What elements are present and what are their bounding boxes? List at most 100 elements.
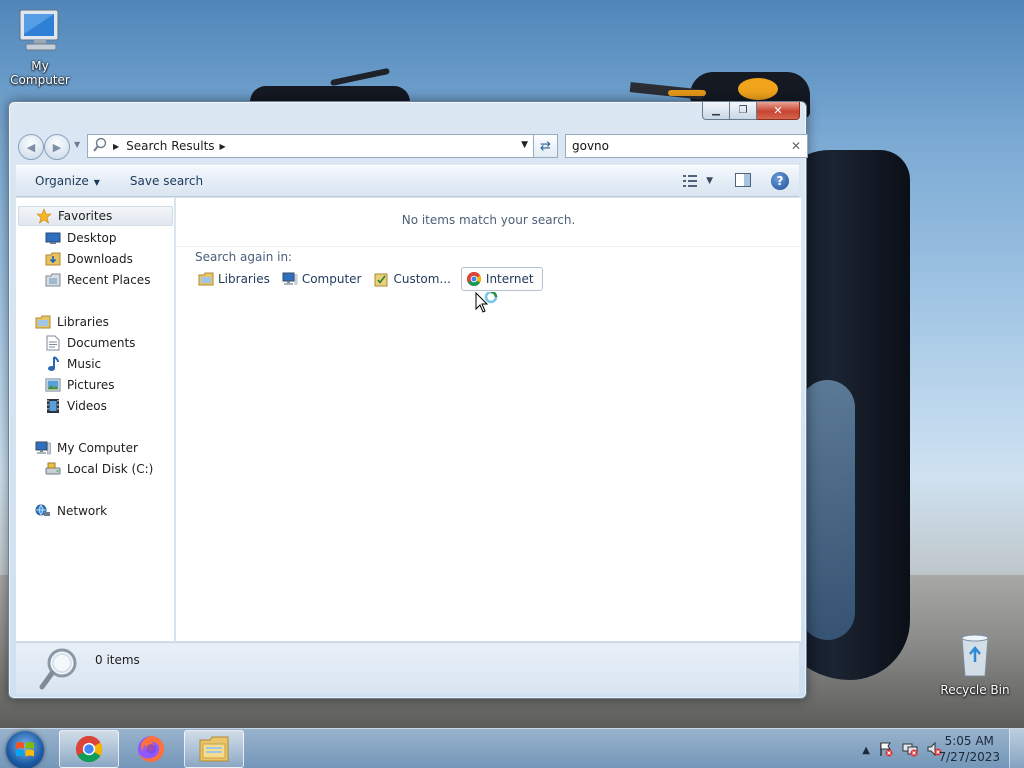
address-bar[interactable]: ▶ Search Results ▶ ▼ [87, 134, 534, 158]
breadcrumb-search-results[interactable]: Search Results [126, 139, 214, 153]
caption-buttons: ▁ ❐ ✕ [702, 102, 800, 120]
pictures-icon [45, 377, 61, 393]
help-icon[interactable]: ? [771, 172, 789, 190]
drive-icon [45, 461, 61, 477]
breadcrumb-arrow-icon[interactable]: ▶ [113, 142, 119, 151]
back-arrow-icon: ◀ [26, 140, 36, 154]
custom-folder-icon [373, 271, 389, 287]
sidebar-item-music[interactable]: Music [45, 354, 101, 374]
sidebar-item-videos[interactable]: Videos [45, 396, 107, 416]
search-again-label: Search again in: [195, 250, 293, 264]
desktop-icon-label: My Computer [10, 59, 70, 87]
mouse-cursor-busy-icon [475, 290, 501, 319]
sidebar-item-favorites[interactable]: Favorites [18, 206, 173, 226]
desktop-icon-label: Recycle Bin [940, 683, 1010, 697]
search-again-internet[interactable]: Internet [460, 267, 543, 291]
minimize-icon: ▁ [712, 105, 720, 116]
library-folder-icon [198, 271, 214, 287]
desktop-icon [45, 230, 61, 246]
forward-button[interactable]: ▶ [44, 134, 70, 160]
search-again-links: Libraries Computer Custom... Internet [196, 267, 549, 291]
clear-search-icon[interactable]: ✕ [791, 139, 801, 153]
back-button[interactable]: ◀ [18, 134, 44, 160]
search-again-computer[interactable]: Computer [280, 267, 366, 291]
network-status-icon[interactable] [902, 741, 918, 760]
search-folder-icon [92, 137, 108, 156]
save-search-button[interactable]: Save search [120, 174, 213, 188]
explorer-window: ▁ ❐ ✕ ◀ ▶ ▼ ▶ Search Results ▶ ▼ ⇄ govno… [8, 101, 808, 699]
preview-pane-icon [735, 172, 751, 187]
close-button[interactable]: ✕ [757, 102, 800, 120]
computer-icon [282, 271, 298, 287]
recent-pages-dropdown[interactable]: ▼ [74, 140, 80, 149]
sidebar-item-my-computer[interactable]: My Computer [35, 438, 138, 458]
address-dropdown-icon[interactable]: ▼ [521, 140, 528, 150]
forward-arrow-icon: ▶ [52, 140, 62, 154]
divider [176, 246, 801, 247]
desktop-icon-recycle-bin[interactable]: Recycle Bin [935, 632, 1015, 697]
taskbar: ▲ 5:05 AM 7/27/2023 [0, 728, 1024, 768]
network-icon [35, 503, 51, 519]
computer-icon [0, 8, 80, 57]
change-view-button[interactable]: ▼ [682, 174, 713, 188]
videos-icon [45, 398, 61, 414]
maximize-button[interactable]: ❐ [730, 102, 757, 120]
desktop-icon-my-computer[interactable]: My Computer [0, 8, 80, 87]
close-icon: ✕ [773, 104, 783, 117]
notification-area: ▲ [862, 741, 942, 760]
item-count: 0 items [95, 653, 140, 667]
libraries-icon [35, 314, 51, 330]
details-view-icon [683, 175, 698, 187]
details-pane: 0 items [16, 642, 799, 694]
explorer-icon [199, 736, 229, 762]
navigation-pane: Favorites Desktop Downloads Recent Place… [16, 198, 175, 641]
chevron-down-icon: ▼ [706, 176, 713, 186]
maximize-icon: ❐ [738, 105, 748, 116]
sidebar-item-recent-places[interactable]: Recent Places [45, 270, 150, 290]
computer-icon [35, 440, 51, 456]
clock-time: 5:05 AM [944, 734, 994, 748]
refresh-button[interactable]: ⇄ [534, 134, 558, 158]
chrome-icon [466, 271, 482, 287]
downloads-folder-icon [45, 251, 61, 267]
taskbar-firefox[interactable] [121, 730, 181, 768]
sidebar-item-documents[interactable]: Documents [45, 333, 135, 353]
results-pane: No items match your search. Search again… [176, 198, 801, 641]
sidebar-item-downloads[interactable]: Downloads [45, 249, 133, 269]
taskbar-explorer[interactable] [184, 730, 244, 768]
search-again-libraries[interactable]: Libraries [196, 267, 274, 291]
show-desktop-button[interactable] [1009, 729, 1024, 768]
minimize-button[interactable]: ▁ [702, 102, 730, 120]
show-hidden-icons-icon[interactable]: ▲ [862, 745, 870, 756]
music-note-icon [45, 356, 61, 372]
search-again-custom[interactable]: Custom... [371, 267, 454, 291]
documents-icon [45, 335, 61, 351]
action-center-flag-icon[interactable] [878, 741, 894, 760]
organize-button[interactable]: Organize ▼ [25, 174, 110, 188]
recent-places-icon [45, 272, 61, 288]
search-box[interactable]: ✕ [565, 134, 808, 158]
chrome-icon [75, 735, 103, 763]
start-button[interactable] [6, 731, 44, 768]
navigation-bar: ◀ ▶ ▼ ▶ Search Results ▶ ▼ ⇄ ✕ [17, 133, 808, 160]
search-input[interactable] [572, 139, 772, 153]
search-magnifier-icon [38, 647, 80, 696]
sidebar-item-libraries[interactable]: Libraries [35, 312, 109, 332]
system-clock[interactable]: 5:05 AM 7/27/2023 [938, 733, 1000, 765]
taskbar-chrome[interactable] [59, 730, 119, 768]
sidebar-item-local-disk[interactable]: Local Disk (C:) [45, 459, 153, 479]
view-controls: ▼ ? [682, 172, 789, 190]
chevron-down-icon: ▼ [93, 178, 100, 187]
star-icon [36, 208, 52, 224]
sidebar-item-network[interactable]: Network [35, 501, 107, 521]
windows-logo-icon [16, 742, 34, 757]
preview-pane-button[interactable] [735, 172, 751, 190]
command-bar: Organize ▼ Save search ▼ ? [16, 165, 799, 197]
sidebar-item-desktop[interactable]: Desktop [45, 228, 117, 248]
firefox-icon [138, 736, 164, 762]
recycle-bin-icon [935, 632, 1015, 681]
clock-date: 7/27/2023 [938, 750, 1000, 764]
refresh-icon: ⇄ [540, 138, 551, 154]
breadcrumb-arrow-icon[interactable]: ▶ [220, 142, 226, 151]
sidebar-item-pictures[interactable]: Pictures [45, 375, 115, 395]
